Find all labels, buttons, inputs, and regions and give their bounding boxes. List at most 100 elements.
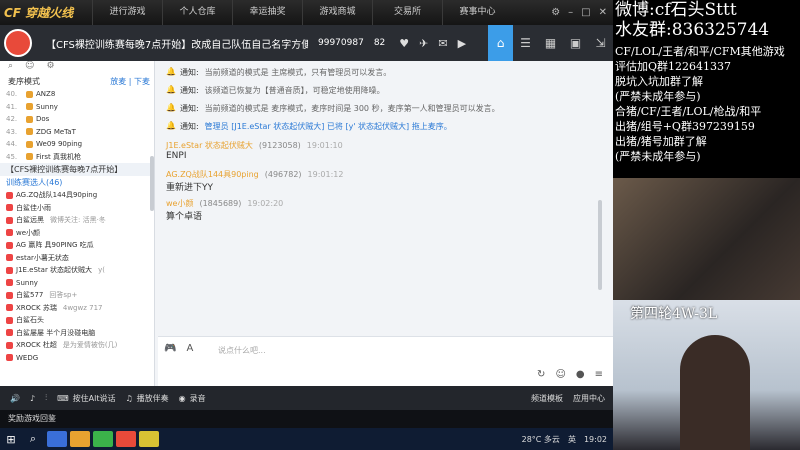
sub-channel[interactable]: 训练赛选人(46) bbox=[0, 176, 154, 189]
list-item[interactable]: 41. Sunny bbox=[6, 101, 154, 114]
list-item[interactable]: AG 赢阵 具90PING 吃瓜 bbox=[6, 239, 154, 252]
nav-trade[interactable]: 交易所 bbox=[372, 0, 442, 25]
bottom-toolbar: 🔊 ♪ ⫶ ⌨ 按住Alt说话 ♫ 播放伴奏 ◉ 录音 频道模板 应用中心 bbox=[0, 386, 613, 410]
taskbar-app[interactable] bbox=[116, 431, 136, 447]
nav-play[interactable]: 进行游戏 bbox=[92, 0, 162, 25]
member-icon[interactable]: ☺ bbox=[25, 61, 34, 75]
message-input[interactable]: 说点什么吧... bbox=[218, 345, 266, 356]
windows-start-icon[interactable]: ⊞ bbox=[0, 433, 22, 446]
settings-icon[interactable]: ⚙ bbox=[551, 7, 560, 18]
channel-template-button[interactable]: 频道模板 bbox=[531, 393, 563, 404]
font-icon[interactable]: A bbox=[186, 343, 193, 354]
mic-settings-icon[interactable]: ♪ bbox=[30, 394, 35, 403]
chat-user[interactable]: AG.ZQ战队144具90ping bbox=[166, 169, 259, 180]
list-item[interactable]: 白鲨远黑 微博关注: 活黑·冬 bbox=[6, 214, 154, 227]
menu-icon[interactable]: ≡ bbox=[595, 369, 603, 380]
settings-icon[interactable]: ⚙ bbox=[46, 61, 54, 75]
overlay-line: 出猪/组号+Q群397239159 bbox=[615, 120, 755, 133]
chat-user[interactable]: J1E.eStar 状态起伏贼大 bbox=[166, 140, 253, 151]
list-item[interactable]: estar小薯无状态 bbox=[6, 252, 154, 265]
maximize-icon[interactable]: □ bbox=[581, 7, 590, 18]
list-item[interactable]: AG.ZQ战队144具90ping bbox=[6, 189, 154, 202]
list-item[interactable]: 43. ZDG MeTaT bbox=[6, 126, 154, 139]
room-title: 【CFS裸控训练赛每晚7点开始】改成自己队伍自己名字方便发... bbox=[46, 39, 308, 51]
refresh-icon[interactable]: ↻ bbox=[537, 369, 545, 380]
list-item[interactable]: 44. We09 90ping bbox=[6, 138, 154, 151]
keyboard-icon: ⌨ bbox=[57, 393, 69, 403]
chat-text: 重新进下YY bbox=[166, 183, 213, 193]
clock: 19:02 bbox=[583, 434, 607, 444]
chat-text: ENPI bbox=[166, 151, 187, 161]
minimize-icon[interactable]: – bbox=[568, 7, 573, 18]
chat-message: J1E.eStar 状态起伏贼大 (9123058) 19:01:10 ENPI bbox=[166, 139, 608, 165]
list-item[interactable]: J1E.eStar 状态起伏贼大 y( bbox=[6, 264, 154, 277]
app-center-button[interactable]: 应用中心 bbox=[573, 393, 605, 404]
minimize-tab[interactable]: ⇲ bbox=[588, 25, 613, 61]
room-avatar[interactable] bbox=[4, 29, 32, 57]
mic-mode-label: 麦序模式 bbox=[8, 77, 40, 86]
message-input-area: 🎮 A 说点什么吧... ↻ ☺ ● ≡ bbox=[158, 336, 613, 386]
weather-text: 28°C 多云 bbox=[521, 434, 560, 444]
list-item[interactable]: 42. Dos bbox=[6, 113, 154, 126]
heart-icon[interactable]: ♥ bbox=[399, 37, 409, 50]
grid-tab[interactable]: ▦ bbox=[538, 25, 563, 61]
nav-shop[interactable]: 游戏商城 bbox=[302, 0, 372, 25]
accompaniment-button[interactable]: ♫ 播放伴奏 bbox=[125, 393, 168, 404]
input-tools: 🎮 A bbox=[164, 343, 193, 354]
list-item[interactable]: 45. First 真我机枪 bbox=[6, 151, 154, 164]
list-item[interactable]: 40. ANZ8 bbox=[6, 88, 154, 101]
windows-taskbar: ⊞ ⌕ 28°C 多云 英 19:02 bbox=[0, 428, 613, 450]
taskbar-app[interactable] bbox=[93, 431, 113, 447]
chat-text: 算个卓语 bbox=[166, 212, 203, 222]
mic-mode-links: 放麦 | 下麦 bbox=[110, 77, 150, 86]
eq-icon[interactable]: ⫶ bbox=[45, 393, 47, 403]
chat-user[interactable]: we小颜 bbox=[166, 198, 193, 209]
speaker-icon[interactable]: 🔊 bbox=[10, 394, 20, 403]
notice-row: 🔔 通知: 该频道已恢复为【普通音质】，可稳定地使用降噪。 bbox=[166, 85, 385, 95]
off-mic-link[interactable]: 下麦 bbox=[134, 77, 150, 86]
plane-icon[interactable]: ✈ bbox=[419, 37, 428, 50]
notice-row: 🔔 通知: 当前频道的模式是 麦序模式，麦序时间是 300 秒，麦序第一人和管理员可… bbox=[166, 103, 500, 113]
nav-warehouse[interactable]: 个人仓库 bbox=[162, 0, 232, 25]
home-tab[interactable]: ⌂ bbox=[488, 25, 513, 61]
list-item[interactable]: 白鲨577 回答sp+ bbox=[6, 289, 154, 302]
user-list-scrollbar[interactable] bbox=[150, 156, 154, 211]
room-id: 99970987 bbox=[318, 38, 364, 48]
search-icon[interactable]: ⌕ bbox=[8, 61, 13, 75]
notice-row: 🔔 通知: 管理员 [J1E.eStar 状态起伏贼大] 已将 [y' 状态起伏贼大… bbox=[166, 121, 452, 131]
taskbar-app[interactable] bbox=[70, 431, 90, 447]
queue-list: 40. ANZ8 41. Sunny 42. Dos 43. ZDG MeTaT 44.… bbox=[0, 88, 154, 163]
ime-indicator[interactable]: 英 bbox=[568, 434, 576, 445]
nav-events[interactable]: 赛事中心 bbox=[442, 0, 512, 25]
record-button[interactable]: ◉ 录音 bbox=[179, 393, 206, 404]
chat-scrollbar[interactable] bbox=[598, 200, 602, 290]
release-mic-link[interactable]: 放麦 bbox=[110, 77, 126, 86]
image-tab[interactable]: ▣ bbox=[563, 25, 588, 61]
bell-icon: 🔔 bbox=[166, 121, 176, 130]
yy-app-window: CF 穿越火线 进行游戏 个人仓库 幸运抽奖 游戏商城 交易所 赛事中心 ⚙ –… bbox=[0, 0, 613, 450]
list-item[interactable]: 白鲨佳小雨 bbox=[6, 202, 154, 215]
list-item[interactable]: we小颜 bbox=[6, 227, 154, 240]
close-icon[interactable]: ✕ bbox=[599, 7, 607, 18]
gamepad-icon[interactable]: 🎮 bbox=[164, 343, 176, 354]
channel-group[interactable]: 【CFS裸控训练赛每晚7点开始】 bbox=[0, 163, 154, 176]
alt-talk-button[interactable]: ⌨ 按住Alt说话 bbox=[57, 393, 115, 404]
list-item[interactable]: Sunny bbox=[6, 277, 154, 290]
list-tab[interactable]: ☰ bbox=[513, 25, 538, 61]
overlay-line: 水友群:836325744 bbox=[615, 20, 770, 40]
list-item[interactable]: XROCK 杜超 是为爱情被伤(几) bbox=[6, 339, 154, 352]
taskbar-app[interactable] bbox=[139, 431, 159, 447]
list-item[interactable]: WEDG bbox=[6, 352, 154, 365]
video-icon[interactable]: ▶ bbox=[458, 37, 466, 50]
emoji-icon[interactable]: ☺ bbox=[555, 369, 565, 380]
webcam-feed-top bbox=[613, 178, 800, 300]
overlay-line: 出猪/猪号加群了解 bbox=[615, 135, 707, 148]
list-item[interactable]: XROCK 苏瑞 4wgwz 717 bbox=[6, 302, 154, 315]
nav-lottery[interactable]: 幸运抽奖 bbox=[232, 0, 302, 25]
list-item[interactable]: 白鲨石头 bbox=[6, 314, 154, 327]
list-item[interactable]: 白鲨屡屡 半个月没碰电脑 bbox=[6, 327, 154, 340]
mic-icon[interactable]: ● bbox=[576, 369, 585, 380]
gift-icon[interactable]: ✉ bbox=[438, 37, 447, 50]
taskbar-app[interactable] bbox=[47, 431, 67, 447]
search-icon[interactable]: ⌕ bbox=[22, 432, 44, 446]
